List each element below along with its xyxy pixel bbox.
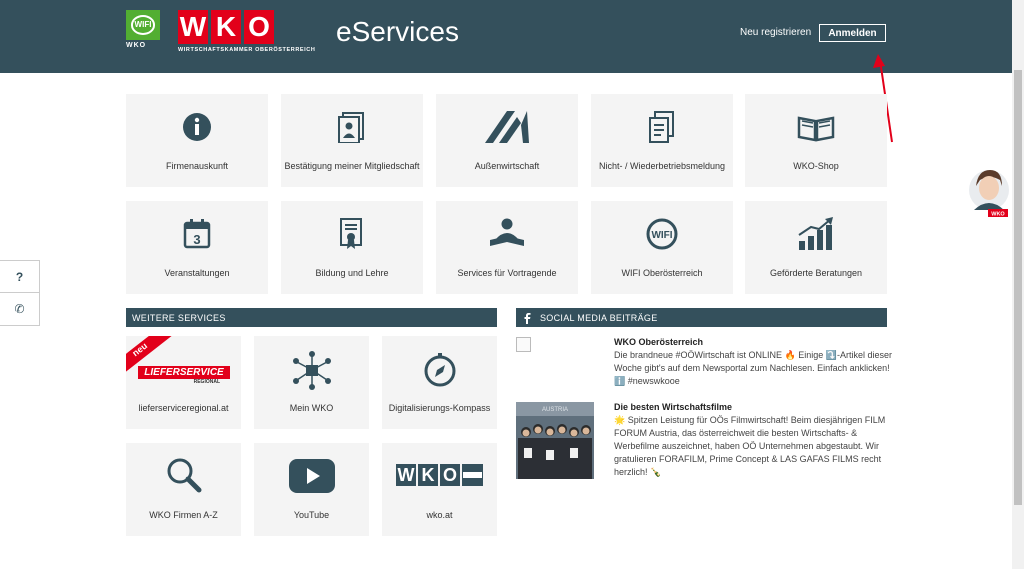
tile-wifi[interactable]: WIFI WIFI Oberösterreich — [591, 201, 733, 294]
wifi-logo-text: WIFI — [130, 15, 156, 35]
post-line: herzlich! 🍾 — [614, 467, 662, 477]
scrollbar-thumb[interactable] — [1014, 70, 1022, 505]
wko-logo[interactable]: W K O WIRTSCHAFTSKAMMER OBERÖSTERREICH — [178, 10, 318, 54]
tile-lieferservice[interactable]: neu LIEFERSERVICE REGIONAL lieferservice… — [126, 336, 241, 429]
youtube-icon — [288, 459, 335, 493]
register-link[interactable]: Neu registrieren — [740, 27, 811, 38]
post-text: Die brandneue #OÖWirtschaft ist ONLINE 🔥… — [614, 349, 894, 388]
wko-letter: K — [211, 10, 241, 44]
tile-bildung[interactable]: Bildung und Lehre — [281, 201, 423, 294]
photo-banner-text: AUSTRIA — [542, 407, 568, 413]
tile-label: Veranstaltungen — [164, 268, 230, 278]
post-line: FORUM Austria, das österreichweit die be… — [614, 428, 858, 438]
book-icon — [797, 116, 835, 142]
tile-youtube[interactable]: YouTube — [254, 443, 369, 536]
tile-vortragende[interactable]: Services für Vortragende — [436, 201, 578, 294]
membership-icon — [338, 112, 364, 143]
wko-letter: W — [178, 10, 208, 44]
tile-label: Bestätigung meiner Mitgliedschaft — [284, 161, 420, 171]
tile-label: wko.at — [426, 510, 453, 520]
social-heading-text: SOCIAL MEDIA BEITRÄGE — [540, 312, 658, 323]
scrollbar[interactable] — [1012, 0, 1024, 569]
wifi-logo-sub: WKO — [126, 42, 147, 49]
tile-label: WKO-Shop — [793, 161, 839, 171]
post-photo[interactable]: AUSTRIA — [516, 402, 594, 479]
avatar-badge: WKO — [991, 212, 1005, 218]
tile-wko-at[interactable]: W K O wko.at — [382, 443, 497, 536]
calendar-icon-number: 3 — [193, 232, 200, 247]
tile-wko-shop[interactable]: WKO-Shop — [745, 94, 887, 187]
magnifier-icon — [167, 458, 201, 493]
tile-label: Außenwirtschaft — [474, 161, 540, 171]
more-services-heading: WEITERE SERVICES — [126, 308, 497, 327]
calendar-icon: 3 — [183, 219, 211, 249]
wko-letter: K — [418, 464, 438, 486]
tile-mein-wko[interactable]: Mein WKO — [254, 336, 369, 429]
wifi-icon: WIFI — [646, 218, 678, 250]
tile-aussenwirtschaft[interactable]: Außenwirtschaft — [436, 94, 578, 187]
wko-logo-sub: WIRTSCHAFTSKAMMER OBERÖSTERREICH — [178, 47, 316, 53]
post-title[interactable]: Die besten Wirtschaftsfilme — [614, 402, 732, 412]
group-photo: AUSTRIA — [516, 402, 594, 479]
wko-letter: O — [244, 10, 274, 44]
tile-firmen-a-z[interactable]: WKO Firmen A-Z — [126, 443, 241, 536]
certificate-icon — [340, 218, 362, 249]
post-text: 🌟 Spitzen Leistung für OÖs Filmwirtschaf… — [614, 414, 894, 479]
phone-button[interactable]: ✆ — [0, 293, 39, 325]
tile-mitgliedschaft[interactable]: Bestätigung meiner Mitgliedschaft — [281, 94, 423, 187]
presenter-icon — [490, 218, 524, 246]
side-contact-widget: ? ✆ — [0, 260, 40, 326]
login-button[interactable]: Anmelden — [819, 24, 886, 42]
post-line: Werbefilme auszeichnet, haben OÖ Unterne… — [614, 441, 879, 451]
lieferservice-logo-sub: REGIONAL — [193, 379, 220, 385]
wko-letter: W — [396, 464, 416, 486]
tile-firmenauskunft[interactable]: Firmenauskunft — [126, 94, 268, 187]
header-bar: WIFI WKO W K O WIRTSCHAFTSKAMMER OBERÖST… — [0, 0, 1012, 73]
flag-icon — [462, 464, 483, 486]
tile-beratungen[interactable]: Geförderte Beratungen — [745, 201, 887, 294]
tile-label: Digitalisierungs-Kompass — [388, 403, 491, 413]
post-line: Die brandneue #OÖWirtschaft ist ONLINE 🔥… — [614, 350, 893, 360]
tile-betriebsmeldung[interactable]: Nicht- / Wiederbetriebsmeldung — [591, 94, 733, 187]
tile-label: Services für Vortragende — [457, 268, 557, 278]
post-title[interactable]: WKO Oberösterreich — [614, 337, 703, 347]
documents-icon — [649, 111, 674, 143]
post-line: Woche gibt's auf dem Newsportal zum Nach… — [614, 363, 890, 373]
post-thumbnail[interactable] — [516, 337, 531, 352]
tile-label: Mein WKO — [289, 403, 334, 413]
info-icon — [183, 113, 211, 141]
tile-veranstaltungen[interactable]: 3 Veranstaltungen — [126, 201, 268, 294]
help-button[interactable]: ? — [0, 261, 39, 293]
tile-label: Bildung und Lehre — [315, 268, 389, 278]
post-line: ℹ️ #newswkooe — [614, 376, 680, 386]
wifi-logo[interactable]: WIFI WKO — [126, 10, 160, 52]
lieferservice-logo: LIEFERSERVICE REGIONAL — [138, 366, 230, 385]
post-line: gratulieren FORAFILM, Prime Concept & LA… — [614, 454, 882, 464]
trade-icon — [485, 111, 529, 143]
wko-logo-small: W K O — [396, 464, 483, 486]
austria-flag-icon — [277, 10, 309, 44]
tile-label: WIFI Oberösterreich — [621, 268, 703, 278]
tile-label: Geförderte Beratungen — [769, 268, 863, 278]
tile-label: lieferserviceregional.at — [138, 403, 229, 413]
tile-label: Nicht- / Wiederbetriebsmeldung — [598, 161, 726, 171]
facebook-icon — [524, 312, 531, 324]
post-line: 🌟 Spitzen Leistung für OÖs Filmwirtschaf… — [614, 415, 886, 425]
tile-label: YouTube — [293, 510, 330, 520]
tile-label: Firmenauskunft — [165, 161, 229, 171]
wifi-icon-text: WIFI — [651, 230, 672, 241]
network-icon — [292, 351, 331, 390]
growth-chart-icon — [798, 217, 833, 250]
chat-avatar[interactable]: WKO — [968, 166, 1010, 218]
page-title: eServices — [336, 16, 459, 47]
wko-letter: O — [440, 464, 460, 486]
compass-icon — [424, 353, 455, 387]
social-heading: SOCIAL MEDIA BEITRÄGE — [516, 308, 887, 327]
assistant-avatar-icon: WKO — [969, 170, 1009, 218]
tile-label: WKO Firmen A-Z — [149, 510, 218, 520]
lieferservice-logo-text: LIEFERSERVICE — [138, 366, 230, 379]
tile-digitalisierungs-kompass[interactable]: Digitalisierungs-Kompass — [382, 336, 497, 429]
